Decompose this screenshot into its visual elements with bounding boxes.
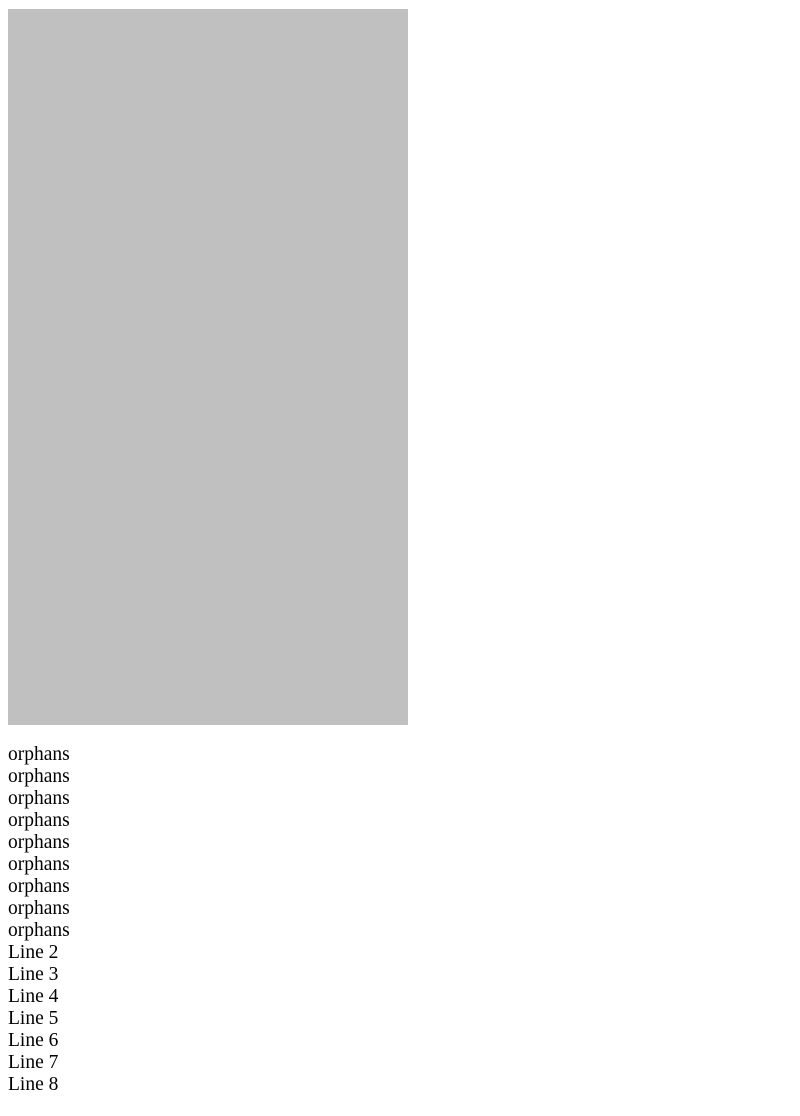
text-line: orphans: [8, 920, 70, 941]
text-flow-container: orphans orphans orphans orphans orphans orpha…: [8, 744, 792, 1096]
text-line: orphans: [8, 832, 70, 853]
text-line: Line 3: [8, 964, 59, 985]
text-line: orphans: [8, 810, 70, 831]
text-line: orphans: [8, 744, 70, 765]
unbreakable-gray-block: [8, 9, 408, 725]
text-line: Line 7: [8, 1052, 59, 1073]
text-line: Line 8: [8, 1074, 59, 1095]
text-line: Line 2: [8, 942, 59, 963]
text-line: Line 4: [8, 986, 59, 1007]
text-line: orphans: [8, 788, 70, 809]
page-root: orphans orphans orphans orphans orphans orpha…: [0, 0, 800, 1116]
text-line: orphans: [8, 854, 70, 875]
text-line: orphans: [8, 898, 70, 919]
text-line: orphans: [8, 766, 70, 787]
text-line: Line 5: [8, 1008, 59, 1029]
text-line: Line 6: [8, 1030, 59, 1051]
text-line: orphans: [8, 876, 70, 897]
